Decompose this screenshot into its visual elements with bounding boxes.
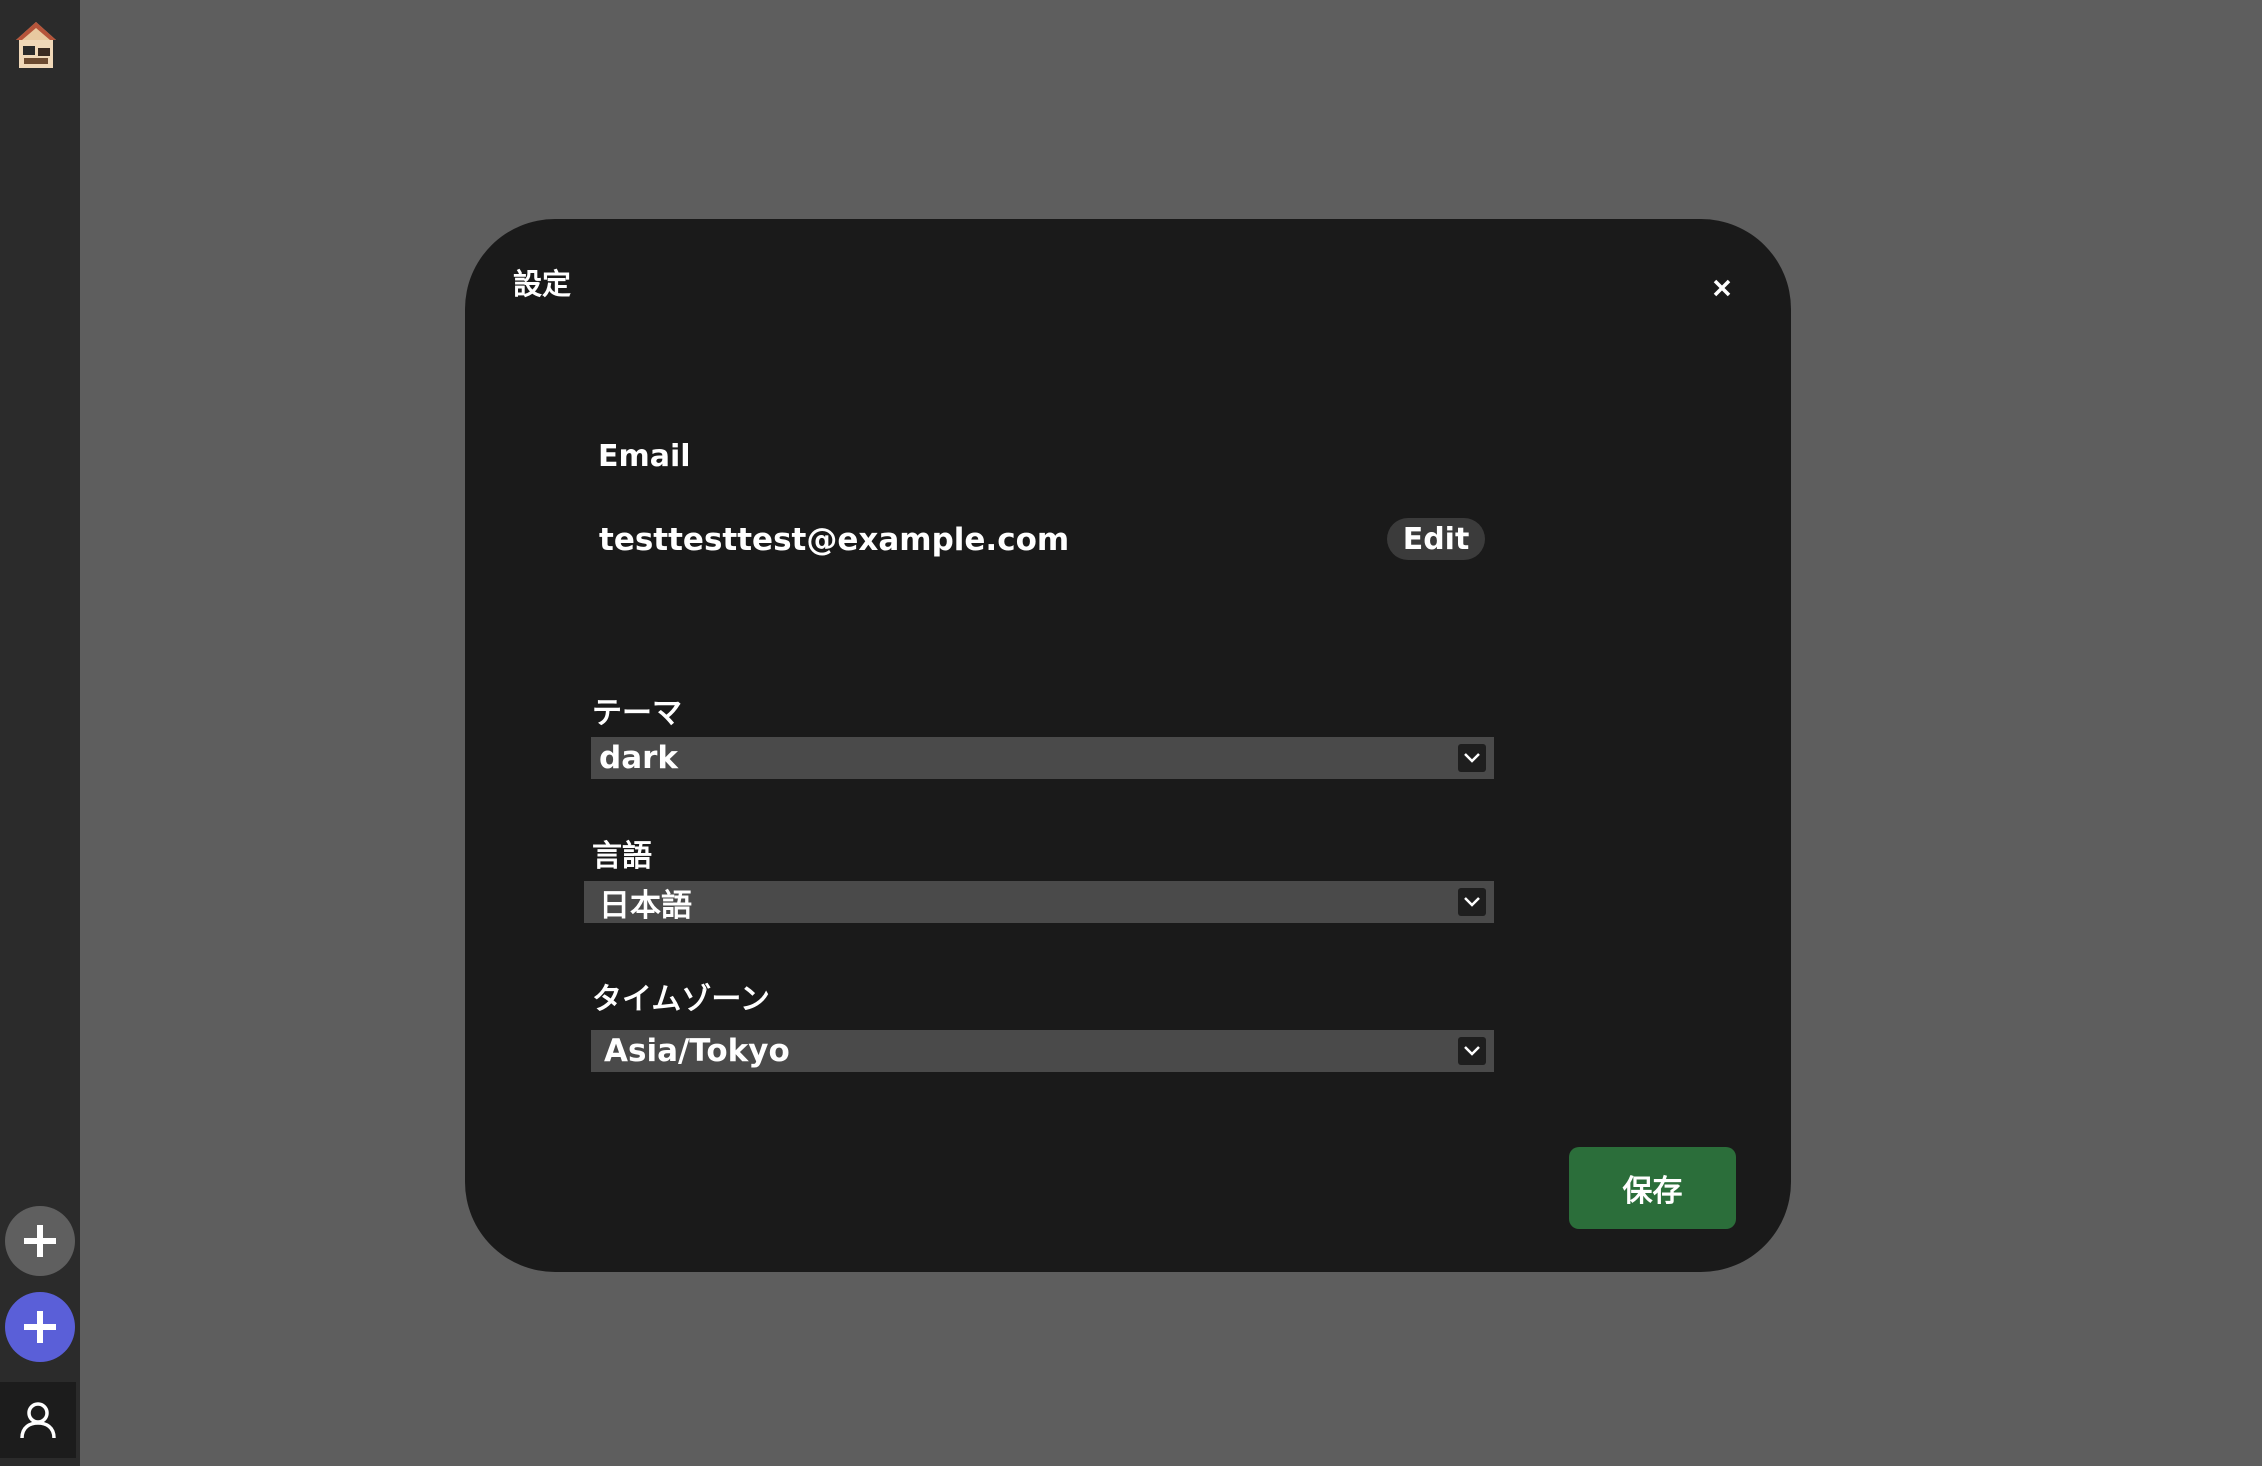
modal-title: 設定 [513,267,572,301]
user-menu-button[interactable] [0,1382,76,1458]
theme-label: テーマ [592,696,682,731]
add-button[interactable] [5,1206,75,1276]
language-label: 言語 [592,839,652,874]
plus-icon [24,1311,56,1343]
timezone-selected-value: Asia/Tokyo [604,1033,790,1069]
save-button[interactable]: 保存 [1569,1147,1736,1229]
timezone-label: タイムゾーン [592,982,770,1017]
user-icon [20,1402,56,1439]
language-selected-value: 日本語 [599,887,692,924]
settings-modal: 設定 Email testtesttest@example.com Edit テ… [465,219,1791,1272]
app-logo[interactable] [14,20,58,70]
theme-selected-value: dark [599,740,679,776]
close-icon [1713,279,1731,297]
email-label: Email [598,439,691,474]
email-value: testtesttest@example.com [599,522,1070,558]
theme-select[interactable]: dark [591,737,1494,779]
chevron-down-icon [1458,888,1486,916]
chevron-down-icon [1458,1037,1486,1065]
close-button[interactable] [1707,273,1737,303]
language-select[interactable]: 日本語 [584,881,1494,924]
edit-email-button[interactable]: Edit [1387,518,1485,560]
timezone-select[interactable]: Asia/Tokyo [591,1030,1494,1072]
plus-icon [24,1225,56,1257]
chevron-down-icon [1458,744,1486,772]
sidebar [0,0,80,1466]
create-button[interactable] [5,1292,75,1362]
